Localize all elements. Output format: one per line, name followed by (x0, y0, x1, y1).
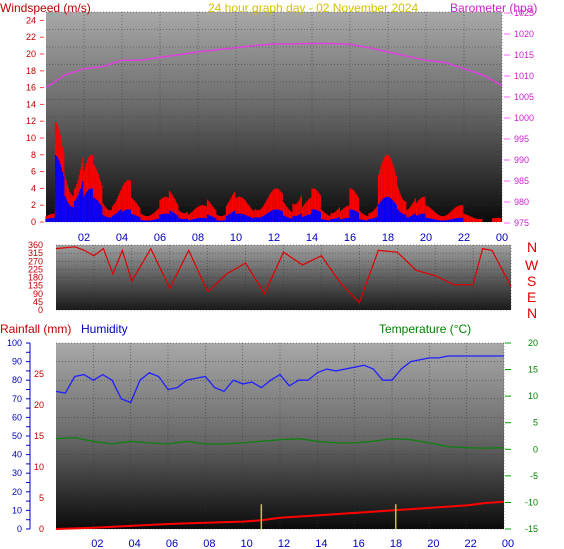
humidity-y-tick-label: 70 (12, 394, 22, 404)
rain-x-tick-label: 08 (203, 538, 215, 549)
rain-x-tick-label: 16 (353, 538, 365, 549)
rain-y-tick-label: 20 (34, 400, 44, 410)
wind-y-tick-label: 0 (31, 217, 36, 227)
wind-x-tick-label: 08 (192, 232, 204, 244)
baro-y-tick-label: 1000 (514, 113, 534, 123)
rain-y-tick-label: 5 (39, 493, 44, 503)
humidity-y-tick-label: 10 (12, 505, 22, 515)
humidity-y-tick-label: 100 (7, 338, 22, 348)
wind-x-tick-label: 04 (116, 232, 128, 244)
temp-y-tick-label: -10 (525, 497, 538, 507)
humidity-y-tick-label: 60 (12, 412, 22, 422)
wind-y-tick-label: 2 (31, 200, 36, 210)
baro-y-tick-label: 1005 (514, 92, 534, 102)
dir-label-e: E (527, 289, 536, 305)
humidity-y-tick-label: 20 (12, 487, 22, 497)
baro-y-tick-label: 1010 (514, 71, 534, 81)
wind-y-tick-label: 14 (26, 99, 36, 109)
rain-x-tick-label: 22 (465, 538, 477, 549)
wind-x-tick-label: 12 (268, 232, 280, 244)
wind-y-tick-label: 24 (26, 15, 36, 25)
rain-x-tick-label: 10 (241, 538, 253, 549)
rain-y-tick-label: 25 (34, 369, 44, 379)
dir-y-tick-label: 360 (28, 240, 43, 250)
rain-x-tick-label: 02 (91, 538, 103, 549)
wind-x-tick-label: 10 (230, 232, 242, 244)
wind-y-tick-label: 10 (26, 133, 36, 143)
baro-y-tick-label: 1020 (514, 29, 534, 39)
rain-y-tick-label: 0 (39, 524, 44, 534)
temp-y-tick-label: 15 (528, 365, 538, 375)
humidity-y-tick-label: 80 (12, 375, 22, 385)
temp-y-tick-label: 0 (533, 444, 538, 454)
wind-y-tick-label: 16 (26, 83, 36, 93)
rain-x-tick-label: 04 (129, 538, 141, 549)
wind-y-tick-label: 22 (26, 32, 36, 42)
wind-y-tick-label: 18 (26, 66, 36, 76)
rainfall-title: Rainfall (mm) (0, 322, 71, 336)
dir-label-w: W (525, 257, 539, 273)
wind-x-tick-label: 22 (458, 232, 470, 244)
baro-y-tick-label: 980 (514, 197, 529, 207)
rain-x-tick-label: 14 (315, 538, 327, 549)
temp-y-tick-label: 20 (528, 338, 538, 348)
rain-x-tick-label: 06 (166, 538, 178, 549)
humidity-y-tick-label: 50 (12, 431, 22, 441)
baro-y-tick-label: 975 (514, 218, 529, 228)
dir-label-n-bottom: N (527, 305, 537, 321)
wind-x-tick-label: 20 (420, 232, 432, 244)
wind-y-tick-label: 20 (26, 49, 36, 59)
rain-x-tick-label: 20 (427, 538, 439, 549)
humidity-y-tick-label: 30 (12, 468, 22, 478)
wind-x-tick-label: 14 (306, 232, 318, 244)
temp-y-tick-label: -5 (530, 471, 538, 481)
humidity-y-tick-label: 90 (12, 357, 22, 367)
wind-x-tick-label: 16 (344, 232, 356, 244)
dir-label-s: S (527, 273, 536, 289)
temp-y-tick-label: 10 (528, 391, 538, 401)
baro-y-tick-label: 985 (514, 176, 529, 186)
baro-y-tick-label: 1025 (514, 8, 534, 18)
humidity-y-tick-label: 40 (12, 450, 22, 460)
temperature-title: Temperature (°C) (379, 322, 471, 336)
rain-x-tick-label: 18 (390, 538, 402, 549)
rain-x-tick-label: 00 (502, 538, 514, 549)
wind-y-tick-label: 4 (31, 183, 36, 193)
baro-y-tick-label: 990 (514, 155, 529, 165)
wind-x-tick-label: 00 (496, 232, 508, 244)
wind-title: Windspeed (m/s) (0, 1, 91, 15)
weather-graph: Windspeed (m/s) 24 hour graph day - 02 N… (0, 1, 539, 549)
humidity-title: Humidity (81, 322, 128, 336)
rain-x-tick-label: 12 (278, 538, 290, 549)
rain-y-tick-label: 15 (34, 431, 44, 441)
dir-label-n-top: N (527, 239, 537, 255)
wind-x-tick-label: 02 (78, 232, 90, 244)
wind-x-tick-label: 06 (154, 232, 166, 244)
baro-y-tick-label: 995 (514, 134, 529, 144)
wind-y-tick-label: 12 (26, 116, 36, 126)
baro-y-tick-label: 1015 (514, 50, 534, 60)
date-title: 24 hour graph day - 02 November 2024 (208, 1, 418, 15)
wind-y-tick-label: 6 (31, 167, 36, 177)
wind-x-tick-label: 18 (382, 232, 394, 244)
humidity-y-tick-label: 0 (17, 524, 22, 534)
rain-y-tick-label: 10 (34, 462, 44, 472)
wind-y-tick-label: 8 (31, 150, 36, 160)
temp-y-tick-label: 5 (533, 418, 538, 428)
temp-y-tick-label: -15 (525, 524, 538, 534)
